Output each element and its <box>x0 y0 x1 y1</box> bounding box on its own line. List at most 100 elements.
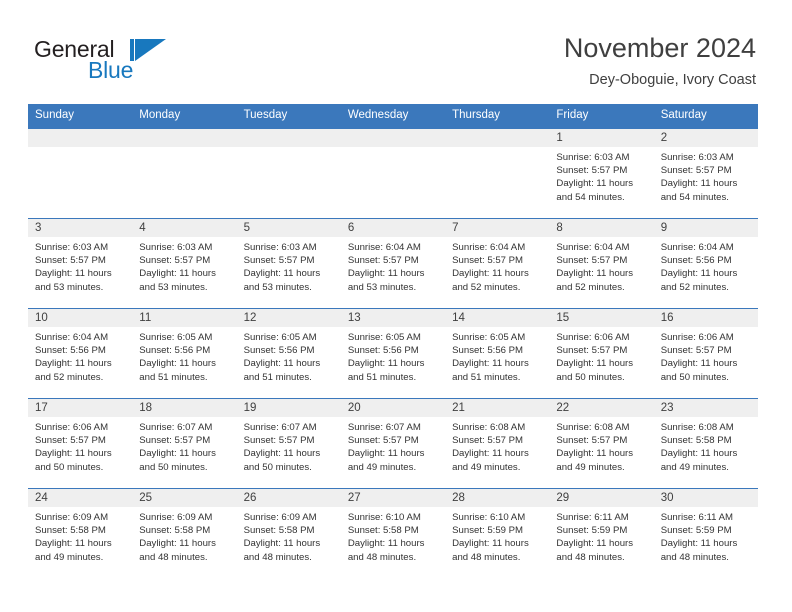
calendar-day-cell[interactable]: 30 Sunrise: 6:11 AM Sunset: 5:59 PM Dayligh… <box>653 488 758 578</box>
sunrise-time: Sunrise: 6:04 AM <box>556 242 630 253</box>
sunset-time: Sunset: 5:57 PM <box>452 255 524 267</box>
day-number-band: 30 <box>653 489 758 507</box>
sunrise-time: Sunrise: 6:04 AM <box>35 332 109 343</box>
calendar-day-cell[interactable]: 29 Sunrise: 6:11 AM Sunset: 5:59 PM Dayligh… <box>549 488 654 578</box>
day-cell-details: Sunrise: 6:04 AM Sunset: 5:57 PM Daylight:… <box>549 237 653 294</box>
sunrise-time: Sunrise: 6:09 AM <box>243 512 317 523</box>
sunset-time: Sunset: 5:57 PM <box>347 435 419 447</box>
day-number: 14 <box>452 312 465 324</box>
calendar-body: 1 Sunrise: 6:03 AM Sunset: 5:57 PM Daylight… <box>28 128 758 578</box>
calendar-week-row: 10 Sunrise: 6:04 AM Sunset: 5:56 PM Dayligh… <box>28 308 758 398</box>
day-cell-inner: 12 Sunrise: 6:05 AM Sunset: 5:56 PM Dayligh… <box>236 308 341 398</box>
daylight-duration-line1: Daylight: 11 hours <box>35 538 112 550</box>
location-subtitle: Dey-Oboguie, Ivory Coast <box>589 72 756 88</box>
title-block: November 2024 Dey-Oboguie, Ivory Coast <box>564 32 756 89</box>
calendar-day-cell[interactable]: 13 Sunrise: 6:05 AM Sunset: 5:56 PM Dayligh… <box>340 308 446 398</box>
day-cell-details: Sunrise: 6:03 AM Sunset: 5:57 PM Daylight:… <box>132 237 236 294</box>
day-cell-details: Sunrise: 6:08 AM Sunset: 5:57 PM Daylight:… <box>445 417 549 474</box>
calendar-day-cell[interactable]: 18 Sunrise: 6:07 AM Sunset: 5:57 PM Dayligh… <box>132 398 237 488</box>
day-cell-inner: 29 Sunrise: 6:11 AM Sunset: 5:59 PM Dayligh… <box>549 488 654 578</box>
daylight-duration-line1: Daylight: 11 hours <box>452 358 529 370</box>
day-cell-inner: 2 Sunrise: 6:03 AM Sunset: 5:57 PM Daylight… <box>653 128 758 218</box>
weekday-header-saturday: Saturday <box>653 104 758 128</box>
day-cell-inner <box>340 128 446 218</box>
calendar-day-cell[interactable]: 10 Sunrise: 6:04 AM Sunset: 5:56 PM Dayligh… <box>28 308 133 398</box>
calendar-day-cell[interactable]: 5 Sunrise: 6:03 AM Sunset: 5:57 PM Daylight… <box>236 218 341 308</box>
day-cell-details: Sunrise: 6:04 AM Sunset: 5:57 PM Daylight:… <box>445 237 549 294</box>
calendar-day-cell[interactable]: 6 Sunrise: 6:04 AM Sunset: 5:57 PM Daylight… <box>340 218 446 308</box>
day-number-band <box>445 129 550 147</box>
calendar-day-cell[interactable]: 23 Sunrise: 6:08 AM Sunset: 5:58 PM Dayligh… <box>653 398 758 488</box>
calendar-day-cell[interactable]: 11 Sunrise: 6:05 AM Sunset: 5:56 PM Dayligh… <box>132 308 237 398</box>
day-cell-details: Sunrise: 6:05 AM Sunset: 5:56 PM Daylight:… <box>445 327 549 384</box>
calendar-day-cell[interactable]: 28 Sunrise: 6:10 AM Sunset: 5:59 PM Dayligh… <box>445 488 550 578</box>
calendar-day-cell[interactable]: 4 Sunrise: 6:03 AM Sunset: 5:57 PM Daylight… <box>132 218 237 308</box>
calendar-day-cell[interactable]: 20 Sunrise: 6:07 AM Sunset: 5:57 PM Dayligh… <box>340 398 446 488</box>
daylight-duration-line2: and 49 minutes. <box>452 461 521 473</box>
calendar-day-cell[interactable]: 9 Sunrise: 6:04 AM Sunset: 5:56 PM Daylight… <box>653 218 758 308</box>
calendar-day-cell[interactable]: 22 Sunrise: 6:08 AM Sunset: 5:57 PM Dayligh… <box>549 398 654 488</box>
day-number-band: 17 <box>28 399 133 417</box>
sunrise-time: Sunrise: 6:03 AM <box>35 242 109 253</box>
sunrise-time: Sunrise: 6:11 AM <box>660 512 734 523</box>
day-number-band <box>28 129 133 147</box>
day-number-band: 21 <box>445 399 550 417</box>
day-number: 29 <box>556 492 570 504</box>
day-number-band: 8 <box>549 219 654 237</box>
calendar-day-cell[interactable]: 16 Sunrise: 6:06 AM Sunset: 5:57 PM Dayligh… <box>653 308 758 398</box>
day-number-band: 2 <box>653 129 758 147</box>
day-number-band: 22 <box>549 399 654 417</box>
daylight-duration-line1: Daylight: 11 hours <box>556 448 634 460</box>
day-number-band: 14 <box>445 309 550 327</box>
calendar-day-cell[interactable]: 24 Sunrise: 6:09 AM Sunset: 5:58 PM Dayligh… <box>28 488 133 578</box>
day-number: 17 <box>35 402 48 414</box>
day-cell-details: Sunrise: 6:04 AM Sunset: 5:56 PM Daylight:… <box>28 327 132 384</box>
daylight-duration-line1: Daylight: 11 hours <box>452 538 529 550</box>
day-cell-inner <box>236 128 341 218</box>
calendar-day-cell[interactable]: 19 Sunrise: 6:07 AM Sunset: 5:57 PM Dayligh… <box>236 398 341 488</box>
sunrise-time: Sunrise: 6:05 AM <box>139 332 213 343</box>
calendar-day-cell[interactable]: 27 Sunrise: 6:10 AM Sunset: 5:58 PM Dayligh… <box>340 488 446 578</box>
calendar-day-cell[interactable]: 7 Sunrise: 6:04 AM Sunset: 5:57 PM Daylight… <box>445 218 550 308</box>
daylight-duration-line2: and 51 minutes. <box>347 371 417 383</box>
calendar-day-cell[interactable]: 25 Sunrise: 6:09 AM Sunset: 5:58 PM Dayligh… <box>132 488 237 578</box>
day-cell-inner: 15 Sunrise: 6:06 AM Sunset: 5:57 PM Dayligh… <box>549 308 654 398</box>
sunrise-time: Sunrise: 6:07 AM <box>139 422 213 433</box>
calendar-day-cell[interactable]: 1 Sunrise: 6:03 AM Sunset: 5:57 PM Daylight… <box>549 128 654 218</box>
day-number-band: 25 <box>132 489 237 507</box>
sunset-time: Sunset: 5:56 PM <box>139 345 211 357</box>
calendar-day-cell[interactable]: 12 Sunrise: 6:05 AM Sunset: 5:56 PM Dayligh… <box>236 308 341 398</box>
calendar-day-cell[interactable]: 2 Sunrise: 6:03 AM Sunset: 5:57 PM Daylight… <box>653 128 758 218</box>
general-blue-logo[interactable]: General Blue <box>34 36 214 84</box>
calendar-day-cell[interactable]: 15 Sunrise: 6:06 AM Sunset: 5:57 PM Dayligh… <box>549 308 654 398</box>
day-cell-inner: 17 Sunrise: 6:06 AM Sunset: 5:57 PM Dayligh… <box>28 398 133 488</box>
day-cell-inner: 4 Sunrise: 6:03 AM Sunset: 5:57 PM Daylight… <box>132 218 237 308</box>
calendar-day-cell[interactable]: 8 Sunrise: 6:04 AM Sunset: 5:57 PM Daylight… <box>549 218 654 308</box>
calendar-day-cell[interactable]: 26 Sunrise: 6:09 AM Sunset: 5:58 PM Dayligh… <box>236 488 341 578</box>
sunset-time: Sunset: 5:57 PM <box>556 255 628 267</box>
day-cell-inner: 24 Sunrise: 6:09 AM Sunset: 5:58 PM Dayligh… <box>28 488 133 578</box>
daylight-duration-line1: Daylight: 11 hours <box>347 268 425 280</box>
calendar-day-cell[interactable]: 17 Sunrise: 6:06 AM Sunset: 5:57 PM Dayligh… <box>28 398 133 488</box>
sunset-time: Sunset: 5:57 PM <box>139 435 211 447</box>
daylight-duration-line2: and 51 minutes. <box>243 371 312 383</box>
sunset-time: Sunset: 5:57 PM <box>35 255 106 267</box>
day-number-band: 16 <box>653 309 758 327</box>
day-number-band: 12 <box>236 309 341 327</box>
daylight-duration-line1: Daylight: 11 hours <box>243 448 321 460</box>
daylight-duration-line2: and 49 minutes. <box>35 551 104 563</box>
daylight-duration-line1: Daylight: 11 hours <box>556 538 634 550</box>
calendar-day-cell[interactable]: 14 Sunrise: 6:05 AM Sunset: 5:56 PM Dayligh… <box>445 308 550 398</box>
weekday-header-sunday: Sunday <box>28 104 133 128</box>
day-cell-details: Sunrise: 6:03 AM Sunset: 5:57 PM Daylight:… <box>549 147 653 204</box>
sunset-time: Sunset: 5:56 PM <box>347 345 419 357</box>
calendar-day-cell[interactable]: 3 Sunrise: 6:03 AM Sunset: 5:57 PM Daylight… <box>28 218 133 308</box>
sunset-time: Sunset: 5:57 PM <box>35 435 106 447</box>
calendar-week-row: 24 Sunrise: 6:09 AM Sunset: 5:58 PM Dayligh… <box>28 488 758 578</box>
sunset-time: Sunset: 5:57 PM <box>556 435 628 447</box>
sunrise-time: Sunrise: 6:04 AM <box>452 242 526 253</box>
calendar-day-cell[interactable]: 21 Sunrise: 6:08 AM Sunset: 5:57 PM Dayligh… <box>445 398 550 488</box>
day-number-band: 24 <box>28 489 133 507</box>
daylight-duration-line1: Daylight: 11 hours <box>243 358 321 370</box>
daylight-duration-line2: and 50 minutes. <box>243 461 312 473</box>
